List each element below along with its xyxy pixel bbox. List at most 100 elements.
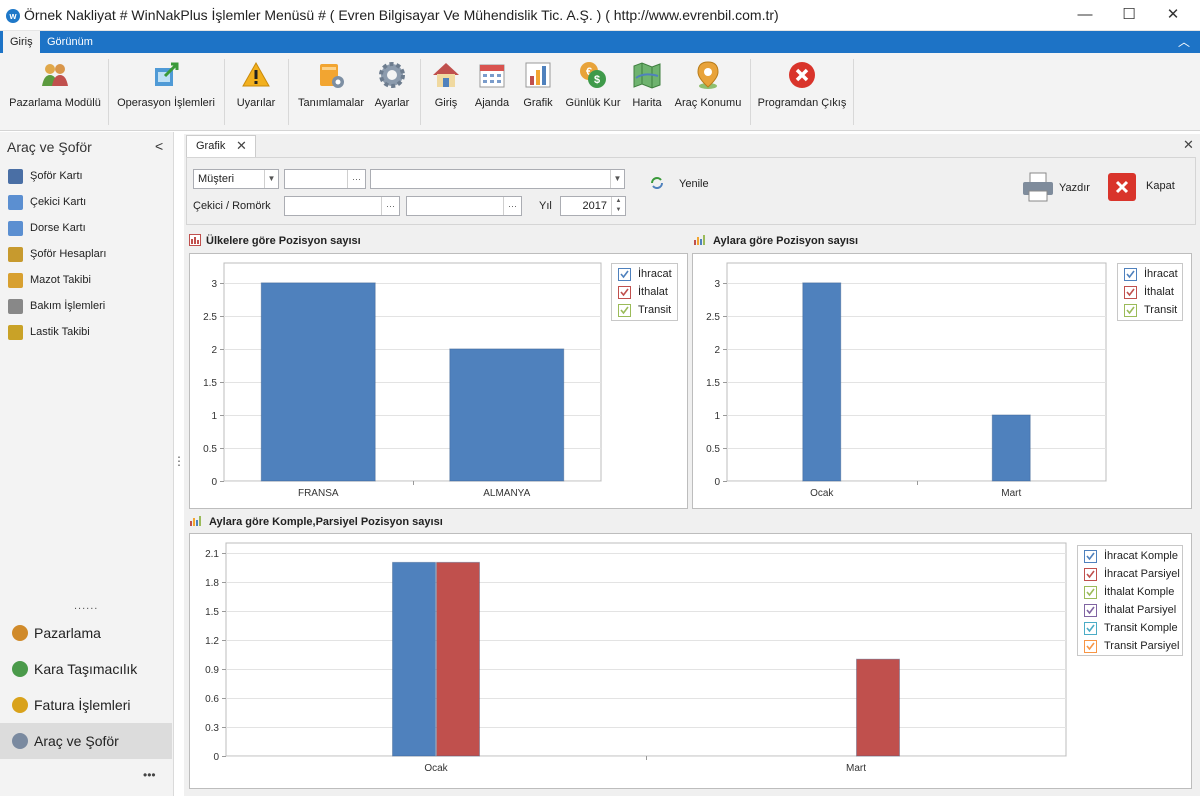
ajanda-button[interactable]: Ajanda	[470, 57, 514, 127]
tractor-field[interactable]: ···	[284, 196, 400, 216]
customer-code-field[interactable]: ···	[284, 169, 366, 189]
ellipsis-button[interactable]: ···	[381, 197, 399, 215]
svg-text:$: $	[594, 74, 600, 86]
pazarlama-modulu-button[interactable]: Pazarlama Modülü	[5, 57, 105, 127]
sidebar-item-label: Bakım İşlemleri	[30, 300, 106, 312]
tab-gorunum[interactable]: Görünüm	[40, 31, 100, 53]
document-edit-icon	[8, 195, 23, 210]
programdan-cikis-button[interactable]: Programdan Çıkış	[755, 57, 849, 127]
customer-name-combo[interactable]: ▼	[370, 169, 625, 189]
chart-title-icon	[189, 234, 201, 246]
checklist-icon	[8, 325, 23, 340]
collapse-panel-icon[interactable]: <	[155, 138, 163, 154]
print-button[interactable]: Yazdır	[1059, 182, 1090, 194]
globe-icon	[12, 661, 28, 677]
sidebar-item-sofor-hesaplari[interactable]: Şoför Hesapları	[8, 244, 168, 266]
bar	[392, 561, 436, 757]
arac-konumu-button[interactable]: Araç Konumu	[672, 57, 744, 127]
y-tick-label: 1.5	[205, 607, 219, 618]
chevron-down-icon[interactable]: ▼	[610, 170, 624, 188]
year-spinner[interactable]: 2017 ▲ ▼	[560, 196, 626, 216]
legend-label: Transit Komple	[1104, 622, 1178, 634]
customer-combo[interactable]: Müşteri ▼	[193, 169, 279, 189]
legend-label: İhracat Komple	[1104, 550, 1178, 562]
close-window-button[interactable]: ✕	[1150, 0, 1196, 31]
ribbon-button-label: Harita	[632, 97, 662, 109]
more-options-icon[interactable]: •••	[143, 768, 156, 782]
close-icon[interactable]	[1108, 173, 1136, 201]
nav-label: Araç ve Şoför	[34, 733, 119, 749]
maximize-button[interactable]: ☐	[1106, 0, 1152, 31]
close-document-icon[interactable]: ✕	[1183, 137, 1194, 153]
refresh-button[interactable]: Yenile	[679, 178, 709, 190]
sidebar-item-label: Şoför Kartı	[30, 170, 83, 182]
sidebar-item-cekici-karti[interactable]: Çekici Kartı	[8, 192, 168, 214]
sidebar-item-lastik-takibi[interactable]: Lastik Takibi	[8, 322, 168, 344]
window-title: Örnek Nakliyat # WinNakPlus İşlemler Men…	[24, 7, 779, 23]
ribbon-button-label: Giriş	[434, 97, 458, 109]
ellipsis-button[interactable]: ···	[503, 197, 521, 215]
y-tick-label: 3	[714, 279, 720, 290]
chart-title-icon	[189, 515, 201, 527]
spinner-arrows-icon[interactable]: ▲ ▼	[611, 197, 625, 215]
checkbox-icon	[1084, 622, 1097, 635]
close-button[interactable]: Kapat	[1146, 180, 1175, 192]
legend-label: İhracat	[1144, 268, 1178, 280]
minimize-button[interactable]: —	[1062, 0, 1108, 31]
x-tick-label: Ocak	[810, 488, 834, 499]
printer-icon[interactable]	[1021, 171, 1055, 203]
chart-icon	[525, 62, 551, 88]
sidebar-item-label: Lastik Takibi	[30, 326, 90, 338]
sidebar-item-dorse-karti[interactable]: Dorse Kartı	[8, 218, 168, 240]
trailer-field[interactable]: ···	[406, 196, 522, 216]
legend-label: İhracat Parsiyel	[1104, 568, 1180, 580]
y-tick-label: 2.5	[203, 312, 217, 323]
sidebar-item-label: Çekici Kartı	[30, 196, 87, 208]
ribbon-button-label: Ayarlar	[374, 97, 410, 109]
nav-kara-tasimacilik[interactable]: Kara Taşımacılık	[0, 651, 172, 687]
sidebar-item-mazot-takibi[interactable]: Mazot Takibi	[8, 270, 168, 292]
sidebar-item-label: Mazot Takibi	[30, 274, 91, 286]
sidebar-item-bakim-islemleri[interactable]: Bakım İşlemleri	[8, 296, 168, 318]
plot-area	[225, 542, 1067, 757]
nav-pazarlama[interactable]: Pazarlama	[0, 615, 172, 651]
month-chart-legend: İhracat İthalat Transit	[1117, 263, 1183, 321]
ribbon-button-label: Araç Konumu	[674, 97, 742, 109]
nav-splitter-dots[interactable]: ......	[74, 600, 98, 612]
tanimlamalar-button[interactable]: Tanımlamalar	[294, 57, 368, 127]
tools-icon	[8, 299, 23, 314]
y-tick-label: 2.5	[706, 312, 720, 323]
y-tick-label: 0	[213, 752, 219, 763]
y-tick-label: 0.5	[203, 444, 217, 455]
ribbon-button-label: Tanımlamalar	[297, 97, 365, 109]
legend-label: Transit	[638, 304, 672, 316]
warning-icon	[242, 61, 270, 87]
uyarilar-button[interactable]: Uyarılar	[229, 57, 283, 127]
grafik-button[interactable]: Grafik	[518, 57, 558, 127]
split-bar-chart: 0 0.3 0.6 0.9 1.2 1.5 1.8 2.1 Ocak Mart	[205, 542, 1067, 774]
harita-button[interactable]: Harita	[627, 57, 667, 127]
close-tab-icon[interactable]: ✕	[236, 138, 247, 154]
currency-icon: € $	[580, 62, 606, 88]
tab-giris[interactable]: Giriş	[3, 31, 40, 53]
year-value: 2017	[582, 200, 607, 212]
nav-arac-ve-sofor[interactable]: Araç ve Şoför	[0, 723, 172, 759]
operasyon-islemleri-button[interactable]: Operasyon İşlemleri	[113, 57, 219, 127]
sidebar-item-sofor-karti[interactable]: Şoför Kartı	[8, 166, 168, 188]
sidebar-item-label: Dorse Kartı	[30, 222, 86, 234]
ayarlar-button[interactable]: Ayarlar	[370, 57, 414, 127]
checkbox-icon	[1084, 568, 1097, 581]
ribbon-collapse-icon[interactable]: ︿	[1178, 33, 1190, 50]
ellipsis-button[interactable]: ···	[347, 170, 365, 188]
checkbox-icon	[1084, 550, 1097, 563]
chevron-down-icon[interactable]: ▼	[264, 170, 278, 188]
ribbon-separator	[750, 59, 751, 125]
y-tick-label: 0.9	[205, 665, 219, 676]
calendar-icon	[479, 64, 505, 88]
x-tick-label: Mart	[846, 763, 866, 774]
gunluk-kur-button[interactable]: € $ Günlük Kur	[562, 57, 624, 127]
giris-button[interactable]: Giriş	[426, 57, 466, 127]
nav-fatura-islemleri[interactable]: Fatura İşlemleri	[0, 687, 172, 723]
document-edit-icon	[8, 221, 23, 236]
definitions-icon	[320, 64, 344, 88]
